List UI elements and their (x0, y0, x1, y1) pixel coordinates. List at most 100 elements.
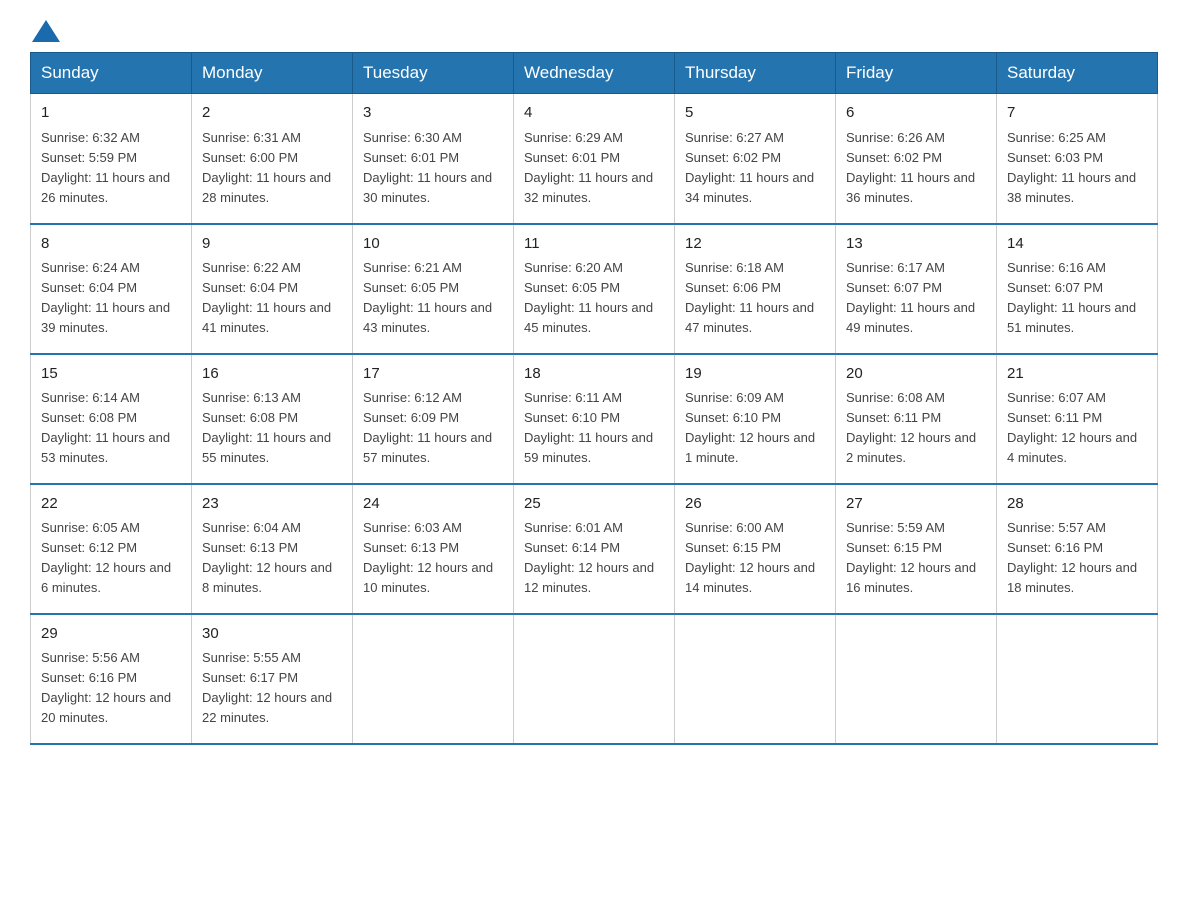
day-number: 27 (846, 493, 986, 516)
day-info: Sunrise: 6:09 AMSunset: 6:10 PMDaylight:… (685, 388, 825, 469)
day-info: Sunrise: 6:25 AMSunset: 6:03 PMDaylight:… (1007, 128, 1147, 209)
day-number: 23 (202, 493, 342, 516)
day-number: 18 (524, 363, 664, 386)
weekday-header-sunday: Sunday (31, 53, 192, 94)
day-number: 11 (524, 233, 664, 256)
logo-triangle-icon (32, 20, 60, 42)
calendar-cell: 3Sunrise: 6:30 AMSunset: 6:01 PMDaylight… (353, 94, 514, 224)
calendar-cell (353, 614, 514, 744)
day-info: Sunrise: 6:11 AMSunset: 6:10 PMDaylight:… (524, 388, 664, 469)
day-info: Sunrise: 6:31 AMSunset: 6:00 PMDaylight:… (202, 128, 342, 209)
day-number: 19 (685, 363, 825, 386)
calendar-cell: 30Sunrise: 5:55 AMSunset: 6:17 PMDayligh… (192, 614, 353, 744)
day-info: Sunrise: 6:08 AMSunset: 6:11 PMDaylight:… (846, 388, 986, 469)
calendar-cell (836, 614, 997, 744)
day-number: 12 (685, 233, 825, 256)
day-info: Sunrise: 6:00 AMSunset: 6:15 PMDaylight:… (685, 518, 825, 599)
day-info: Sunrise: 6:14 AMSunset: 6:08 PMDaylight:… (41, 388, 181, 469)
calendar-cell: 6Sunrise: 6:26 AMSunset: 6:02 PMDaylight… (836, 94, 997, 224)
calendar-cell: 7 Sunrise: 6:25 AMSunset: 6:03 PMDaylight… (997, 94, 1158, 224)
calendar-cell (997, 614, 1158, 744)
day-number: 17 (363, 363, 503, 386)
day-info: Sunrise: 6:04 AMSunset: 6:13 PMDaylight:… (202, 518, 342, 599)
calendar-cell (675, 614, 836, 744)
day-number: 10 (363, 233, 503, 256)
calendar-week-row: 1 Sunrise: 6:32 AMSunset: 5:59 PMDaylight… (31, 94, 1158, 224)
calendar-week-row: 8Sunrise: 6:24 AMSunset: 6:04 PMDaylight… (31, 224, 1158, 354)
weekday-header-friday: Friday (836, 53, 997, 94)
calendar-table: SundayMondayTuesdayWednesdayThursdayFrid… (30, 52, 1158, 745)
day-number: 28 (1007, 493, 1147, 516)
day-number: 3 (363, 102, 503, 125)
calendar-cell: 11Sunrise: 6:20 AMSunset: 6:05 PMDayligh… (514, 224, 675, 354)
weekday-header-thursday: Thursday (675, 53, 836, 94)
calendar-cell: 4 Sunrise: 6:29 AMSunset: 6:01 PMDaylight… (514, 94, 675, 224)
day-number: 29 (41, 623, 181, 646)
calendar-week-row: 29Sunrise: 5:56 AMSunset: 6:16 PMDayligh… (31, 614, 1158, 744)
day-info: Sunrise: 6:01 AMSunset: 6:14 PMDaylight:… (524, 518, 664, 599)
day-number: 8 (41, 233, 181, 256)
calendar-cell: 21Sunrise: 6:07 AMSunset: 6:11 PMDayligh… (997, 354, 1158, 484)
day-number: 24 (363, 493, 503, 516)
calendar-cell: 8Sunrise: 6:24 AMSunset: 6:04 PMDaylight… (31, 224, 192, 354)
calendar-cell: 29Sunrise: 5:56 AMSunset: 6:16 PMDayligh… (31, 614, 192, 744)
calendar-cell: 28Sunrise: 5:57 AMSunset: 6:16 PMDayligh… (997, 484, 1158, 614)
day-number: 7 (1007, 102, 1147, 125)
calendar-cell: 22Sunrise: 6:05 AMSunset: 6:12 PMDayligh… (31, 484, 192, 614)
day-number: 1 (41, 102, 181, 125)
day-info: Sunrise: 6:20 AMSunset: 6:05 PMDaylight:… (524, 258, 664, 339)
calendar-cell: 10Sunrise: 6:21 AMSunset: 6:05 PMDayligh… (353, 224, 514, 354)
calendar-cell: 12Sunrise: 6:18 AMSunset: 6:06 PMDayligh… (675, 224, 836, 354)
page-header (30, 20, 1158, 42)
day-number: 6 (846, 102, 986, 125)
day-number: 30 (202, 623, 342, 646)
day-number: 15 (41, 363, 181, 386)
day-info: Sunrise: 5:59 AMSunset: 6:15 PMDaylight:… (846, 518, 986, 599)
calendar-cell: 26Sunrise: 6:00 AMSunset: 6:15 PMDayligh… (675, 484, 836, 614)
calendar-cell: 15Sunrise: 6:14 AMSunset: 6:08 PMDayligh… (31, 354, 192, 484)
day-info: Sunrise: 6:29 AMSunset: 6:01 PMDaylight:… (524, 128, 664, 209)
day-info: Sunrise: 6:13 AMSunset: 6:08 PMDaylight:… (202, 388, 342, 469)
day-info: Sunrise: 6:07 AMSunset: 6:11 PMDaylight:… (1007, 388, 1147, 469)
day-info: Sunrise: 6:22 AMSunset: 6:04 PMDaylight:… (202, 258, 342, 339)
calendar-cell: 20Sunrise: 6:08 AMSunset: 6:11 PMDayligh… (836, 354, 997, 484)
day-info: Sunrise: 6:27 AMSunset: 6:02 PMDaylight:… (685, 128, 825, 209)
logo (30, 20, 62, 42)
day-number: 21 (1007, 363, 1147, 386)
day-info: Sunrise: 6:24 AMSunset: 6:04 PMDaylight:… (41, 258, 181, 339)
calendar-cell: 13Sunrise: 6:17 AMSunset: 6:07 PMDayligh… (836, 224, 997, 354)
calendar-cell (514, 614, 675, 744)
day-info: Sunrise: 6:32 AMSunset: 5:59 PMDaylight:… (41, 128, 181, 209)
day-info: Sunrise: 6:05 AMSunset: 6:12 PMDaylight:… (41, 518, 181, 599)
day-number: 20 (846, 363, 986, 386)
day-number: 2 (202, 102, 342, 125)
day-info: Sunrise: 6:16 AMSunset: 6:07 PMDaylight:… (1007, 258, 1147, 339)
day-number: 14 (1007, 233, 1147, 256)
weekday-header-tuesday: Tuesday (353, 53, 514, 94)
calendar-cell: 23Sunrise: 6:04 AMSunset: 6:13 PMDayligh… (192, 484, 353, 614)
weekday-header-saturday: Saturday (997, 53, 1158, 94)
day-info: Sunrise: 6:03 AMSunset: 6:13 PMDaylight:… (363, 518, 503, 599)
day-number: 26 (685, 493, 825, 516)
day-number: 5 (685, 102, 825, 125)
day-number: 4 (524, 102, 664, 125)
day-number: 9 (202, 233, 342, 256)
day-number: 22 (41, 493, 181, 516)
day-info: Sunrise: 6:21 AMSunset: 6:05 PMDaylight:… (363, 258, 503, 339)
weekday-header-wednesday: Wednesday (514, 53, 675, 94)
day-info: Sunrise: 6:12 AMSunset: 6:09 PMDaylight:… (363, 388, 503, 469)
calendar-cell: 27Sunrise: 5:59 AMSunset: 6:15 PMDayligh… (836, 484, 997, 614)
calendar-cell: 18Sunrise: 6:11 AMSunset: 6:10 PMDayligh… (514, 354, 675, 484)
day-number: 25 (524, 493, 664, 516)
calendar-cell: 16Sunrise: 6:13 AMSunset: 6:08 PMDayligh… (192, 354, 353, 484)
day-info: Sunrise: 5:55 AMSunset: 6:17 PMDaylight:… (202, 648, 342, 729)
calendar-cell: 19Sunrise: 6:09 AMSunset: 6:10 PMDayligh… (675, 354, 836, 484)
calendar-cell: 9Sunrise: 6:22 AMSunset: 6:04 PMDaylight… (192, 224, 353, 354)
day-info: Sunrise: 6:17 AMSunset: 6:07 PMDaylight:… (846, 258, 986, 339)
calendar-cell: 2 Sunrise: 6:31 AMSunset: 6:00 PMDaylight… (192, 94, 353, 224)
calendar-week-row: 22Sunrise: 6:05 AMSunset: 6:12 PMDayligh… (31, 484, 1158, 614)
day-info: Sunrise: 5:57 AMSunset: 6:16 PMDaylight:… (1007, 518, 1147, 599)
calendar-cell: 1 Sunrise: 6:32 AMSunset: 5:59 PMDaylight… (31, 94, 192, 224)
day-number: 13 (846, 233, 986, 256)
day-info: Sunrise: 6:18 AMSunset: 6:06 PMDaylight:… (685, 258, 825, 339)
